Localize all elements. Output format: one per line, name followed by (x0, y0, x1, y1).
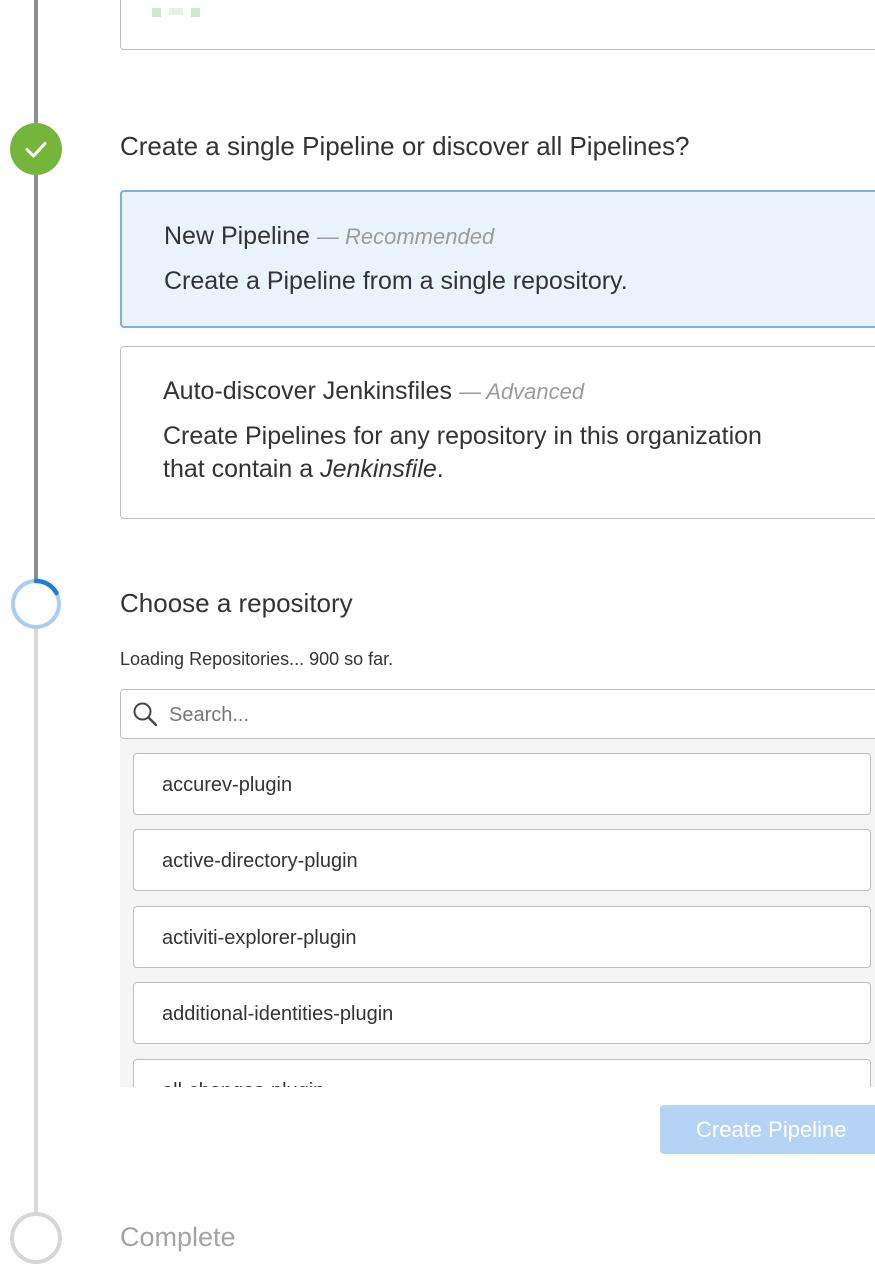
option-description-emphasis: Jenkinsfile (320, 455, 437, 483)
repository-item[interactable]: all-changes-plugin (133, 1059, 871, 1087)
option-description: Create Pipelines for any repository in t… (163, 420, 763, 486)
previous-step-logo-icon (152, 8, 200, 17)
option-auto-discover[interactable]: Auto-discover Jenkinsfiles — Advanced Cr… (120, 346, 875, 519)
repository-search-input[interactable] (167, 700, 771, 730)
option-title: New Pipeline — Recommended (164, 222, 875, 251)
pipeline-type-heading: Create a single Pipeline or discover all… (120, 131, 690, 161)
option-description-text: Create Pipelines for any repository in t… (163, 422, 762, 483)
option-new-pipeline[interactable]: New Pipeline — Recommended Create a Pipe… (120, 190, 875, 328)
option-title-text: Auto-discover Jenkinsfiles (163, 377, 453, 405)
check-icon (25, 142, 47, 158)
option-tag: — Recommended (316, 224, 495, 249)
create-pipeline-button[interactable]: Create Pipeline (660, 1105, 875, 1154)
repository-item[interactable]: additional-identities-plugin (133, 982, 871, 1044)
timeline-line-completed (34, 0, 38, 583)
option-tag: — Advanced (458, 379, 585, 404)
repository-item[interactable]: active-directory-plugin (133, 829, 871, 891)
search-icon (133, 702, 158, 727)
step-pending-indicator (10, 1212, 62, 1264)
step-complete-indicator (10, 123, 62, 175)
previous-step-card (120, 0, 875, 50)
repository-item[interactable]: activiti-explorer-plugin (133, 906, 871, 968)
option-description-end: . (436, 455, 444, 483)
timeline-line-pending (34, 583, 38, 1223)
loading-status: Loading Repositories... 900 so far. (120, 649, 394, 669)
repository-list[interactable]: accurev-plugin active-directory-plugin a… (120, 739, 875, 1087)
step-active-spinner-icon (10, 578, 62, 630)
choose-repository-heading: Choose a repository (120, 588, 353, 618)
option-description: Create a Pipeline from a single reposito… (164, 267, 628, 295)
repository-search-box (120, 689, 875, 739)
option-title: Auto-discover Jenkinsfiles — Advanced (163, 377, 875, 406)
repository-item[interactable]: accurev-plugin (133, 753, 871, 815)
complete-step-label: Complete (120, 1222, 236, 1252)
option-title-text: New Pipeline (164, 222, 310, 250)
